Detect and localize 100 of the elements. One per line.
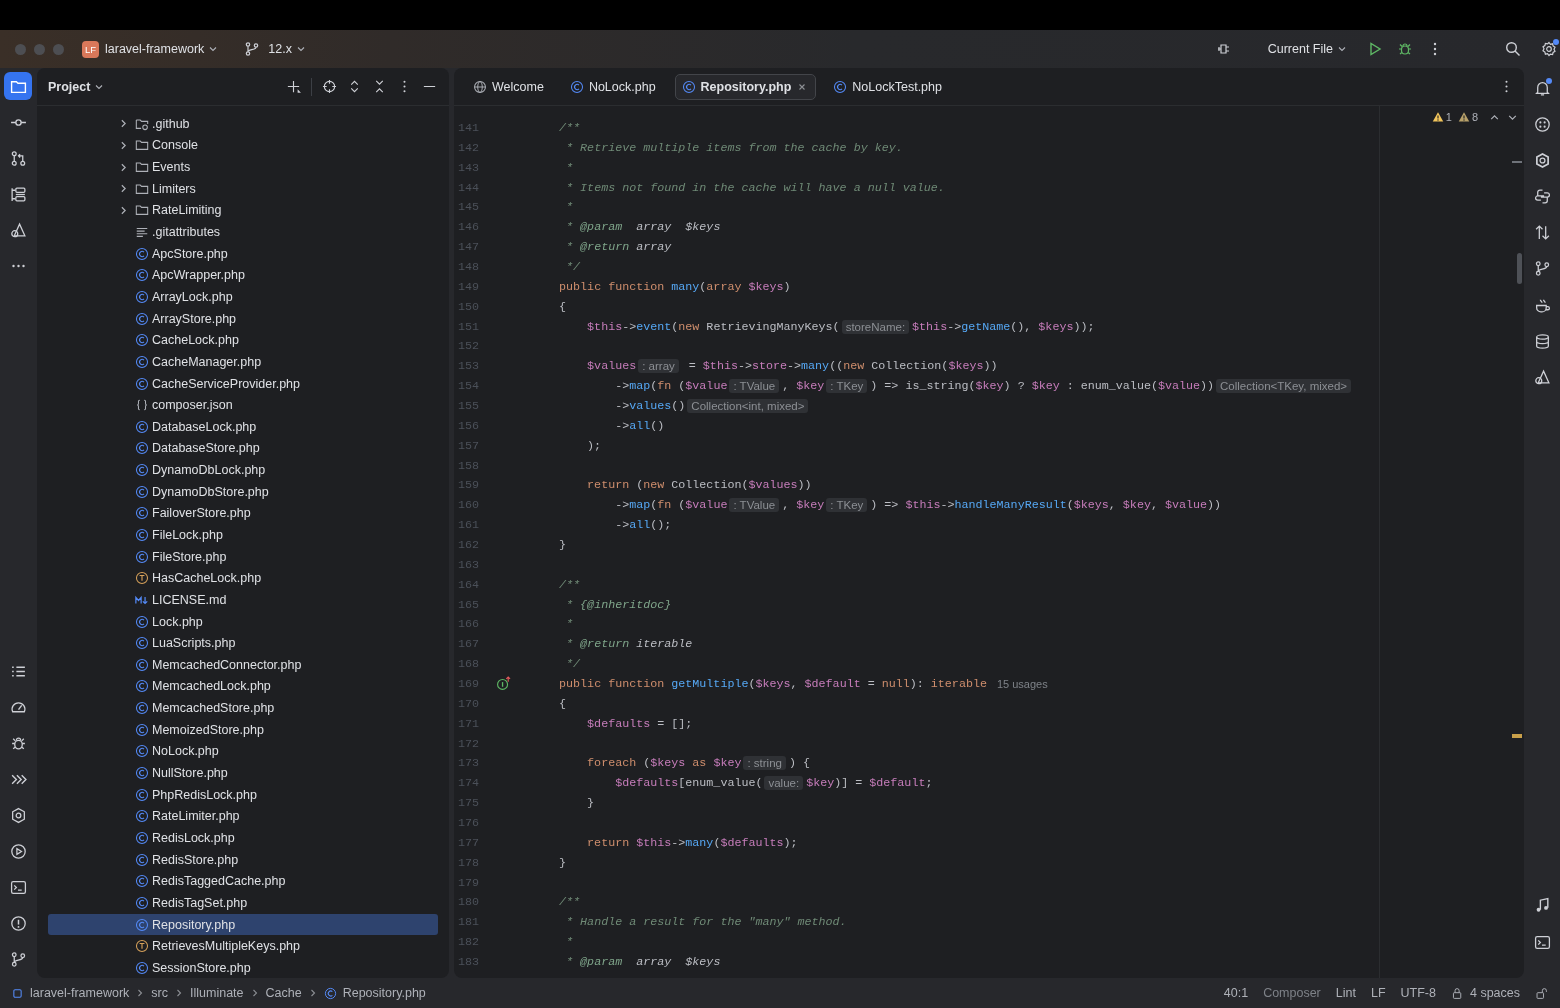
file-tree-item[interactable]: MemcachedConnector.php <box>48 654 438 676</box>
database-icon[interactable] <box>1533 332 1551 350</box>
breadcrumb[interactable]: laravel-framework <box>30 986 130 1000</box>
file-tree-item[interactable]: RateLimiter.php <box>48 805 438 828</box>
file-tree-item[interactable]: DynamoDbStore.php <box>48 480 438 503</box>
file-name: ArrayLock.php <box>152 289 233 304</box>
file-tree-item[interactable]: LICENSE.md <box>48 589 438 611</box>
folder-tool-button[interactable] <box>4 72 32 100</box>
file-tree-item[interactable]: composer.json <box>48 394 438 416</box>
inlay-hint: : TKey <box>826 498 868 513</box>
settings-icon[interactable] <box>1541 41 1557 57</box>
breadcrumb[interactable]: src <box>151 986 168 1000</box>
file-tree-item[interactable]: .gitattributes <box>48 221 438 243</box>
file-tree-item[interactable]: Repository.php <box>48 913 438 936</box>
file-tree-item[interactable]: DynamoDbLock.php <box>48 459 438 481</box>
file-tree-item[interactable]: CacheManager.php <box>48 351 438 373</box>
code-text: } <box>559 537 567 552</box>
class-icon <box>681 79 696 94</box>
code-text: * @param array $keys <box>566 955 721 969</box>
file-tree-item[interactable]: CacheServiceProvider.php <box>48 372 438 395</box>
add-icon[interactable] <box>286 79 301 94</box>
file-tree-item[interactable]: PhpRedisLock.php <box>48 783 438 806</box>
file-tree-item[interactable]: Lock.php <box>48 610 438 633</box>
class-icon <box>135 484 149 499</box>
bug-icon[interactable] <box>1397 41 1413 57</box>
run-icon[interactable] <box>1367 41 1383 57</box>
project-switcher[interactable]: laravel-framework <box>105 42 219 56</box>
scrollbar-thumb[interactable] <box>1517 253 1522 284</box>
run-configuration[interactable]: Current File <box>1267 42 1347 56</box>
file-tree-item[interactable]: Limiters <box>48 177 438 200</box>
file-name: DynamoDbLock.php <box>152 463 266 478</box>
lock-icon[interactable] <box>1535 986 1548 1000</box>
file-tree-item[interactable]: Events <box>48 156 438 178</box>
file-tree-item[interactable]: MemcachedLock.php <box>48 675 438 698</box>
file-tree-item[interactable]: FileLock.php <box>48 524 438 546</box>
file-tree-item[interactable]: DatabaseStore.php <box>48 437 438 460</box>
code-text: foreach ($keys as $key <box>587 756 742 771</box>
status-item[interactable]: UTF-8 <box>1400 986 1436 1000</box>
warning-count[interactable]: 1 <box>1445 111 1452 123</box>
code-text: $values <box>587 359 637 374</box>
status-item[interactable]: Composer <box>1263 986 1321 1000</box>
weak-warning-count[interactable]: 8 <box>1471 111 1478 123</box>
file-tree-item[interactable]: NullStore.php <box>48 762 438 784</box>
file-tree-item[interactable]: RedisTaggedCache.php <box>48 870 438 893</box>
crosshair-icon[interactable] <box>322 79 337 94</box>
project-view-selector[interactable]: Project <box>48 79 105 94</box>
file-tree-item[interactable]: DatabaseLock.php <box>48 415 438 438</box>
inlay-hint: Collection<TKey, mixed> <box>1216 379 1352 394</box>
breadcrumb[interactable]: Repository.php <box>342 986 426 1000</box>
file-tree-item[interactable]: SessionStore.php <box>48 957 438 978</box>
arrows-icon[interactable] <box>1533 224 1551 242</box>
class-icon <box>135 830 149 845</box>
file-tree-item[interactable]: .github <box>48 113 438 135</box>
file-tree-item[interactable]: RedisLock.php <box>48 827 438 849</box>
file-name: RedisTaggedCache.php <box>152 874 286 889</box>
plug-icon[interactable] <box>1215 41 1232 57</box>
file-tree-item[interactable]: MemcachedStore.php <box>48 697 438 719</box>
status-item[interactable]: LF <box>1370 986 1386 1000</box>
file-tree-item[interactable]: FailoverStore.php <box>48 502 438 525</box>
terminal-icon[interactable] <box>1533 933 1551 951</box>
shapes-icon[interactable] <box>1533 369 1551 386</box>
code-text: * {@inheritdoc} <box>566 597 672 612</box>
file-tree-item[interactable]: Console <box>48 134 438 157</box>
file-tree-item[interactable]: MemoizedStore.php <box>48 718 438 741</box>
file-tree-item[interactable]: HasCacheLock.php <box>48 567 438 590</box>
status-item[interactable]: 4 spaces <box>1469 986 1520 1000</box>
editor-tab[interactable]: Welcome <box>466 73 553 100</box>
file-tree-item[interactable]: CacheLock.php <box>48 329 438 352</box>
branch-switcher[interactable]: 12.x <box>268 42 306 56</box>
bell-icon[interactable] <box>1533 79 1551 97</box>
folder-icon <box>135 138 149 153</box>
file-name: RedisLock.php <box>152 830 235 845</box>
usages-hint[interactable]: 15 usages <box>996 678 1048 690</box>
search-icon[interactable] <box>1505 41 1521 57</box>
editor-tab[interactable]: Repository.php <box>674 73 817 100</box>
file-tree-item[interactable]: ArrayStore.php <box>48 307 438 330</box>
file-tree-item[interactable]: LuaScripts.php <box>48 632 438 654</box>
file-tree-item[interactable]: ArrayLock.php <box>48 286 438 308</box>
implementation-marker-icon[interactable] <box>496 676 511 692</box>
editor-tab[interactable]: NoLockTest.php <box>826 73 951 100</box>
branch-icon[interactable] <box>1533 260 1551 278</box>
file-tree-item[interactable]: RedisStore.php <box>48 848 438 871</box>
module-icon <box>11 986 24 1000</box>
breadcrumb[interactable]: Illuminate <box>190 986 244 1000</box>
file-tree-item[interactable]: FileStore.php <box>48 545 438 568</box>
file-tree-item[interactable]: ApcStore.php <box>48 242 438 265</box>
file-tree-item[interactable]: NoLock.php <box>48 740 438 763</box>
chevron-down-icon <box>208 44 219 54</box>
breadcrumb[interactable]: Cache <box>265 986 302 1000</box>
status-item[interactable]: Lint <box>1335 986 1356 1000</box>
close-icon[interactable] <box>797 81 808 92</box>
file-tree-item[interactable]: RedisTagSet.php <box>48 892 438 914</box>
status-item[interactable]: 40:1 <box>1223 986 1249 1000</box>
dots-circle-icon[interactable] <box>1533 115 1551 133</box>
file-tree-item[interactable]: RateLimiting <box>48 199 438 222</box>
file-name: MemcachedLock.php <box>152 679 271 694</box>
inlay-hint: : string <box>743 756 786 771</box>
file-tree-item[interactable]: RetrievesMultipleKeys.php <box>48 935 438 957</box>
editor-tab[interactable]: NoLock.php <box>562 73 665 100</box>
file-tree-item[interactable]: ApcWrapper.php <box>48 264 438 287</box>
